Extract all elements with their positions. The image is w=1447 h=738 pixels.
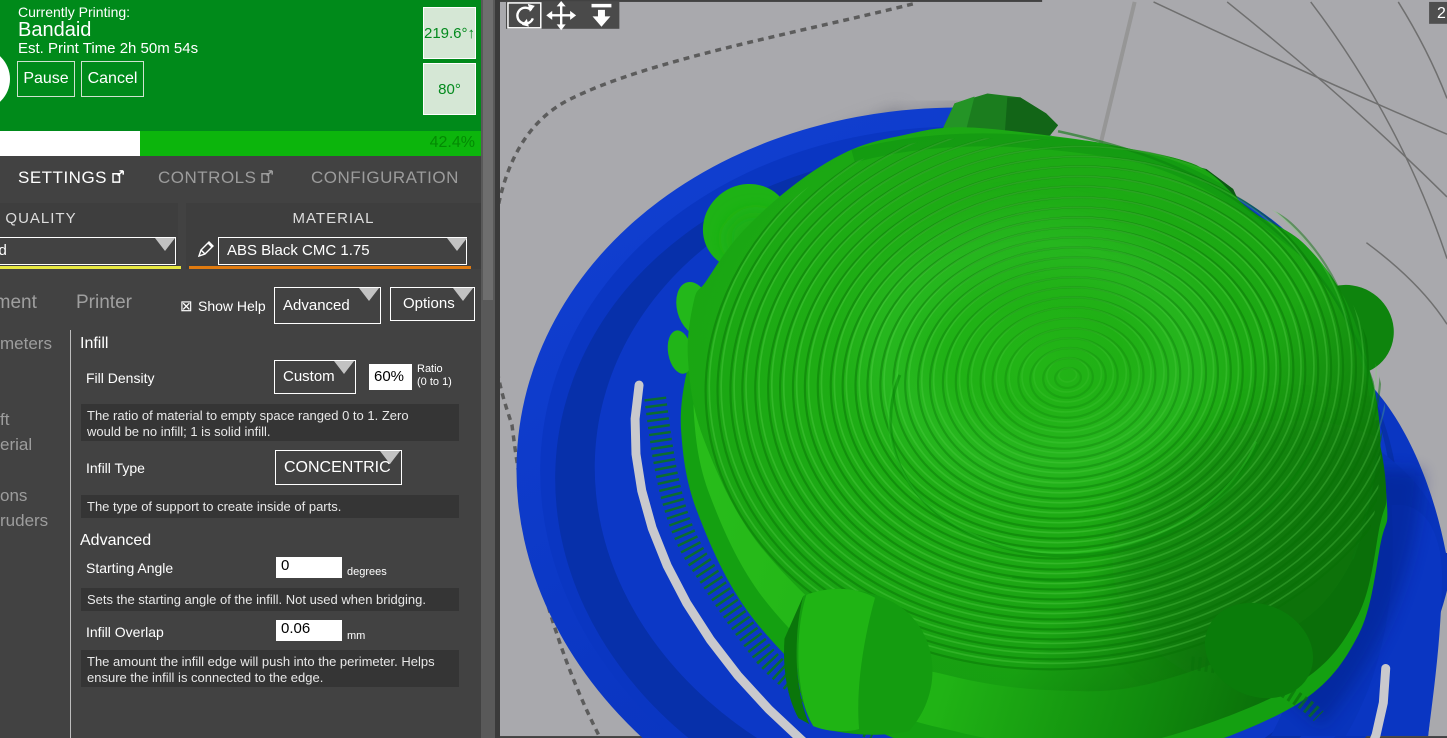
svg-text:2: 2 [1437, 5, 1446, 22]
